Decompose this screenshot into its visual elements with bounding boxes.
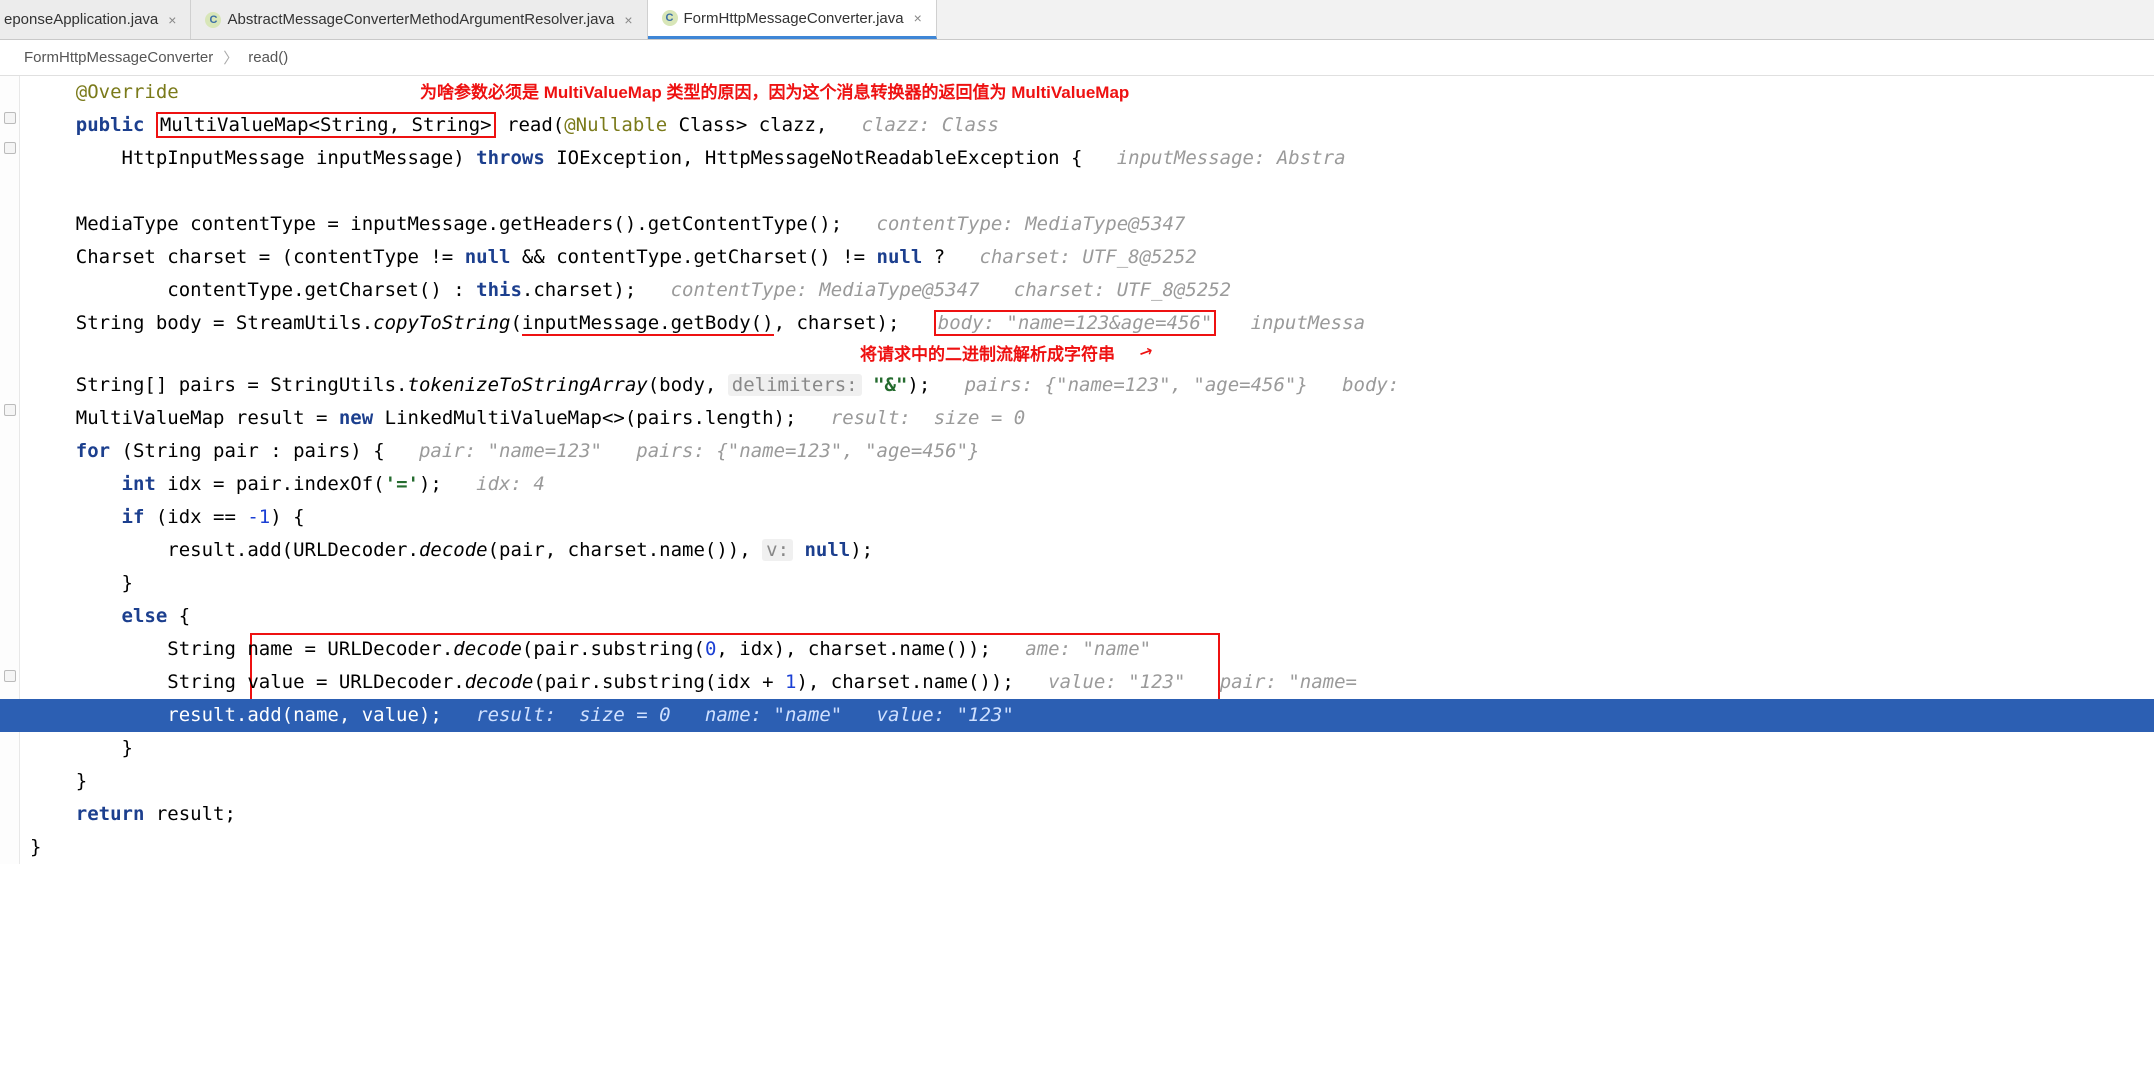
breadcrumb: FormHttpMessageConverter 〉 read() — [0, 40, 2154, 76]
tab-form-http-converter[interactable]: C FormHttpMessageConverter.java × — [648, 0, 937, 39]
code-line: } — [20, 765, 2154, 798]
breadcrumb-method[interactable]: read() — [248, 49, 288, 66]
fold-icon[interactable] — [4, 142, 16, 154]
code-line: for (String pair : pairs) { pair: "name=… — [20, 435, 2154, 468]
code-line: } — [20, 567, 2154, 600]
code-line: String name = URLDecoder.decode(pair.sub… — [20, 633, 2154, 666]
arrow-icon: ↗ — [1134, 335, 1158, 367]
underline-getbody: inputMessage.getBody() — [522, 312, 774, 336]
editor-tabs: eponseApplication.java × C AbstractMessa… — [0, 0, 2154, 40]
tab-label: FormHttpMessageConverter.java — [684, 10, 904, 27]
annotation-row: 将请求中的二进制流解析成字符串 ↗ — [20, 340, 2154, 369]
code-line: Charset charset = (contentType != null &… — [20, 241, 2154, 274]
execution-marker-icon — [0, 699, 20, 732]
fold-icon[interactable] — [4, 112, 16, 124]
close-icon[interactable]: × — [168, 12, 176, 28]
code-line: return result; — [20, 798, 2154, 831]
code-line: @Override — [20, 76, 2154, 109]
annotation-mid: 将请求中的二进制流解析成字符串 — [860, 340, 1115, 369]
tab-abstract-resolver[interactable]: C AbstractMessageConverterMethodArgument… — [191, 0, 647, 39]
code-line: String value = URLDecoder.decode(pair.su… — [20, 666, 2154, 699]
java-class-icon: C — [205, 12, 221, 28]
code-line — [20, 175, 2154, 208]
tab-eponse-application[interactable]: eponseApplication.java × — [0, 0, 191, 39]
chevron-right-icon: 〉 — [223, 47, 238, 68]
body-hint-highlight: body: "name=123&age=456" — [934, 310, 1217, 336]
tab-label: eponseApplication.java — [4, 11, 158, 28]
close-icon[interactable]: × — [624, 12, 632, 28]
fold-icon[interactable] — [4, 404, 16, 416]
execution-line: result.add(name, value); result: size = … — [20, 699, 2154, 732]
tab-label: AbstractMessageConverterMethodArgumentRe… — [227, 11, 614, 28]
code-line: contentType.getCharset() : this.charset)… — [20, 274, 2154, 307]
code-line: } — [20, 831, 2154, 864]
return-type-highlight: MultiValueMap<String, String> — [156, 112, 496, 138]
code-line: public MultiValueMap<String, String> rea… — [20, 109, 2154, 142]
code-line: MultiValueMap result = new LinkedMultiVa… — [20, 402, 2154, 435]
code-line: String[] pairs = StringUtils.tokenizeToS… — [20, 369, 2154, 402]
close-icon[interactable]: × — [914, 10, 922, 26]
breadcrumb-class[interactable]: FormHttpMessageConverter — [24, 49, 213, 66]
code-editor[interactable]: 为啥参数必须是 MultiValueMap 类型的原因，因为这个消息转换器的返回… — [0, 76, 2154, 864]
gutter — [0, 76, 20, 864]
java-class-icon: C — [662, 10, 678, 26]
code-line: String body = StreamUtils.copyToString(i… — [20, 307, 2154, 340]
code-line: if (idx == -1) { — [20, 501, 2154, 534]
code-line: HttpInputMessage inputMessage) throws IO… — [20, 142, 2154, 175]
fold-icon[interactable] — [4, 670, 16, 682]
code-line: else { — [20, 600, 2154, 633]
code-line: MediaType contentType = inputMessage.get… — [20, 208, 2154, 241]
code-line: } — [20, 732, 2154, 765]
code-line: result.add(URLDecoder.decode(pair, chars… — [20, 534, 2154, 567]
code-line: int idx = pair.indexOf('='); idx: 4 — [20, 468, 2154, 501]
